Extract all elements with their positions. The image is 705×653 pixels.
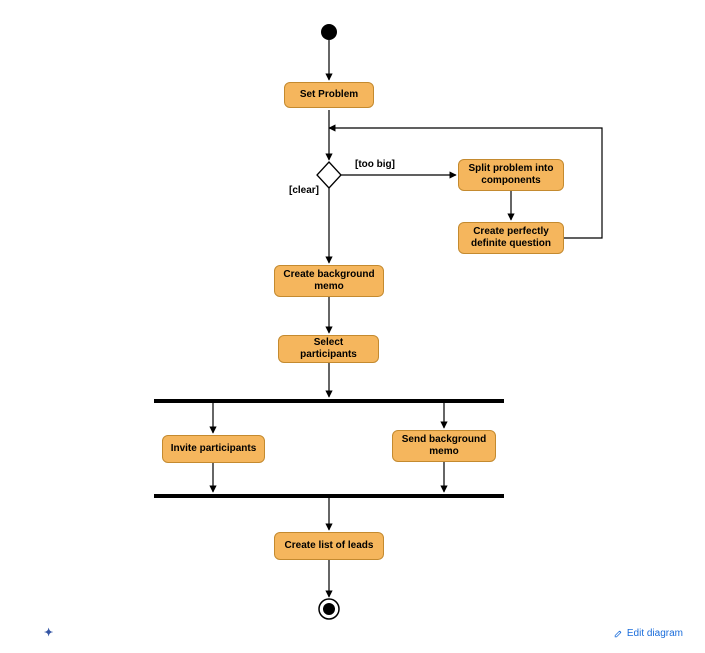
node-invite-participants: Invite participants — [162, 435, 265, 463]
decision-node — [317, 162, 341, 188]
edit-diagram-link[interactable]: Edit diagram — [614, 628, 683, 639]
corner-glyph: ✦ — [44, 626, 53, 639]
node-send-memo: Send background memo — [392, 430, 496, 462]
join-bar — [154, 494, 504, 498]
guard-clear: [clear] — [289, 185, 319, 196]
node-list-of-leads: Create list of leads — [274, 532, 384, 560]
node-definite-question: Create perfectly definite question — [458, 222, 564, 254]
node-select-participants: Select participants — [278, 335, 379, 363]
guard-too-big: [too big] — [355, 159, 395, 170]
pencil-icon — [614, 629, 623, 638]
node-split-problem: Split problem into components — [458, 159, 564, 191]
fork-bar — [154, 399, 504, 403]
node-set-problem: Set Problem — [284, 82, 374, 108]
initial-node — [321, 24, 337, 40]
final-node-dot — [323, 603, 335, 615]
edit-diagram-label: Edit diagram — [627, 628, 683, 639]
activity-diagram: Set Problem Split problem into component… — [0, 0, 705, 653]
node-background-memo: Create background memo — [274, 265, 384, 297]
final-node-ring — [319, 599, 339, 619]
